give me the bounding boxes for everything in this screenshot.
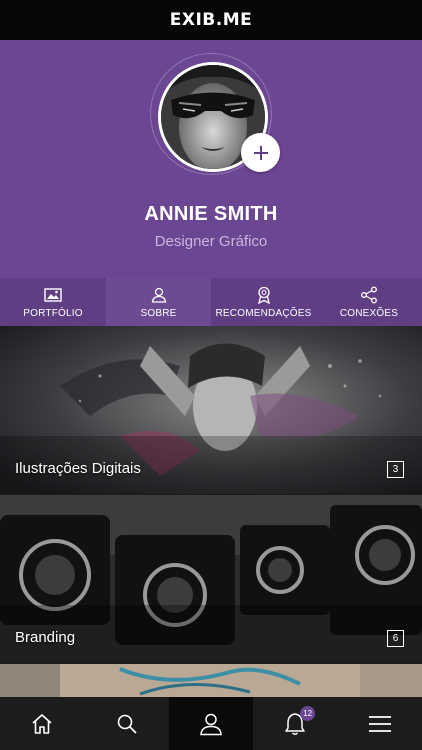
- notification-badge: 12: [300, 706, 316, 721]
- app-header: EXIB.ME: [0, 0, 422, 40]
- share-icon: [360, 286, 378, 304]
- bottom-navigation: 12: [0, 697, 422, 750]
- add-connection-button[interactable]: [241, 133, 280, 172]
- award-icon: [256, 286, 272, 304]
- portfolio-title: Branding: [15, 629, 76, 646]
- tab-label: PORTFÓLIO: [23, 307, 83, 319]
- search-icon: [117, 714, 137, 734]
- tab-portfolio[interactable]: PORTFÓLIO: [0, 278, 106, 326]
- portfolio-item[interactable]: Branding 6: [0, 495, 422, 663]
- profile-icon: [200, 713, 222, 735]
- profile-role: Designer Gráfico: [154, 233, 268, 250]
- plus-icon: [253, 145, 268, 160]
- portfolio-count: 6: [387, 630, 404, 647]
- profile-tabs: PORTFÓLIO SOBRE RECOMENDAÇÕES CONEXÕES: [0, 278, 422, 326]
- portfolio-cover-image: [0, 664, 422, 697]
- nav-menu[interactable]: [338, 697, 422, 750]
- tab-label: CONEXÕES: [339, 307, 399, 319]
- portfolio-count: 3: [387, 461, 404, 478]
- user-icon: [151, 286, 167, 304]
- tab-label: RECOMENDAÇÕES: [215, 307, 312, 319]
- app-title: EXIB.ME: [169, 10, 253, 30]
- tab-conexoes[interactable]: CONEXÕES: [316, 278, 422, 326]
- nav-home[interactable]: [0, 697, 84, 750]
- menu-icon: [368, 715, 391, 732]
- image-icon: [44, 286, 62, 304]
- nav-notifications[interactable]: 12: [253, 697, 337, 750]
- tab-sobre[interactable]: SOBRE: [106, 278, 211, 326]
- profile-name: ANNIE SMITH: [144, 203, 278, 225]
- nav-search[interactable]: [84, 697, 168, 750]
- profile-header: ANNIE SMITH Designer Gráfico: [0, 40, 422, 278]
- portfolio-title: Ilustrações Digitais: [15, 460, 141, 477]
- nav-profile[interactable]: [168, 697, 254, 750]
- home-icon: [32, 713, 52, 734]
- portfolio-item[interactable]: [0, 664, 422, 697]
- tab-label: SOBRE: [140, 307, 177, 319]
- tab-recomendacoes[interactable]: RECOMENDAÇÕES: [211, 278, 316, 326]
- portfolio-item[interactable]: Ilustrações Digitais 3: [0, 326, 422, 494]
